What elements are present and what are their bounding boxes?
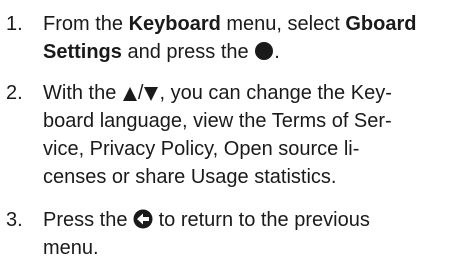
step-text: menu. <box>43 237 99 259</box>
step-2: 2. With the /, you can change the Key- b… <box>0 79 473 191</box>
step-text: board language, view the Terms of Ser- <box>43 110 392 132</box>
step-text: , you can change the Key- <box>159 82 392 104</box>
step-number: 1. <box>6 13 23 35</box>
step-text: . <box>274 41 280 63</box>
ok-button-icon <box>254 41 274 61</box>
step-number: 2. <box>6 82 23 104</box>
step-text: Press the <box>43 209 134 231</box>
step-1: 1. From the Keyboard menu, select Gboard… <box>0 10 473 66</box>
back-button-icon <box>133 209 153 229</box>
step-text: to return to the previous <box>153 209 370 231</box>
step-number: 3. <box>6 209 23 231</box>
step-text: menu, select <box>220 13 346 35</box>
step-text: censes or share Usage statistics. <box>43 166 337 188</box>
instruction-list: 1. From the Keyboard menu, select Gboard… <box>0 10 473 262</box>
step-text: With the <box>43 82 122 104</box>
step-text: vice, Privacy Policy, Open source li- <box>43 138 360 160</box>
keyboard-menu-label: Keyboard <box>128 13 221 35</box>
up-arrow-icon <box>122 86 138 102</box>
step-3: 3. Press the to return to the previous m… <box>0 206 473 262</box>
step-text: and press the <box>121 41 255 63</box>
step-text: From the <box>43 13 129 35</box>
down-arrow-icon <box>143 86 159 102</box>
